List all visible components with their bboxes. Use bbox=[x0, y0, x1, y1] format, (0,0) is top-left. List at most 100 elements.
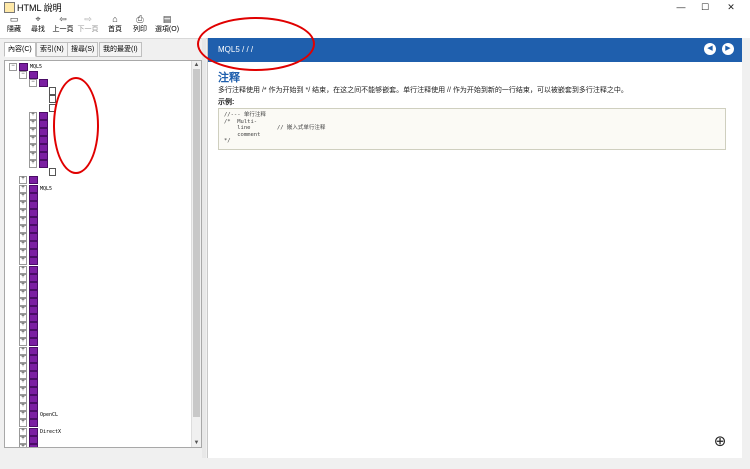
tab-search[interactable]: 搜尋(S) bbox=[67, 42, 99, 57]
expand-icon[interactable]: + bbox=[19, 257, 27, 266]
prev-topic-icon[interactable]: ◀ bbox=[704, 43, 716, 55]
tree-item[interactable]: − bbox=[19, 71, 40, 80]
collapse-icon[interactable]: − bbox=[19, 71, 27, 80]
tree-item[interactable] bbox=[39, 87, 58, 96]
expand-icon[interactable]: + bbox=[19, 306, 27, 314]
tree-item[interactable]: + bbox=[29, 144, 50, 152]
tree-item[interactable]: + bbox=[19, 265, 40, 274]
tree-item[interactable]: + bbox=[19, 289, 40, 298]
expand-icon[interactable]: + bbox=[19, 338, 27, 347]
tree-item[interactable] bbox=[39, 103, 58, 112]
tree-item[interactable]: − bbox=[29, 79, 50, 88]
tree-item[interactable]: + bbox=[19, 346, 40, 355]
scroll-thumb[interactable] bbox=[193, 69, 200, 417]
tree-item[interactable]: + bbox=[29, 111, 50, 120]
tree-item[interactable]: + bbox=[19, 216, 40, 225]
expand-icon[interactable]: + bbox=[19, 314, 27, 323]
breadcrumb[interactable]: MQL5 / / / bbox=[218, 45, 253, 54]
content-scrollbar[interactable] bbox=[742, 38, 750, 458]
expand-icon[interactable]: + bbox=[19, 281, 27, 290]
back-button[interactable]: ⇦ 上一頁 bbox=[51, 15, 75, 34]
expand-icon[interactable]: + bbox=[29, 111, 37, 120]
maximize-button[interactable]: ☐ bbox=[694, 0, 716, 14]
expand-icon[interactable]: + bbox=[19, 378, 27, 387]
expand-icon[interactable]: + bbox=[29, 144, 37, 152]
tree-item[interactable]: + bbox=[19, 419, 40, 428]
tree-item[interactable]: + bbox=[19, 314, 40, 323]
expand-icon[interactable]: + bbox=[19, 225, 27, 233]
collapse-icon[interactable]: − bbox=[9, 63, 17, 71]
tree-item[interactable]: + bbox=[19, 395, 40, 404]
tree-item[interactable]: + bbox=[19, 249, 40, 258]
tree-item[interactable] bbox=[39, 168, 58, 177]
expand-icon[interactable]: + bbox=[19, 362, 27, 371]
pane-splitter[interactable] bbox=[202, 38, 206, 458]
tree-item[interactable]: + bbox=[19, 225, 40, 233]
expand-icon[interactable]: + bbox=[19, 208, 27, 217]
expand-icon[interactable]: + bbox=[19, 184, 27, 193]
minimize-button[interactable]: — bbox=[670, 0, 692, 14]
tree-item[interactable]: + bbox=[19, 257, 40, 266]
expand-icon[interactable]: + bbox=[19, 233, 27, 242]
tree-item[interactable]: + bbox=[29, 119, 50, 128]
tab-index[interactable]: 索引(N) bbox=[36, 42, 68, 57]
tab-contents[interactable]: 內容(C) bbox=[4, 42, 36, 57]
tree-item[interactable]: + bbox=[29, 127, 50, 136]
scroll-up-icon[interactable]: ▲ bbox=[192, 61, 201, 69]
tree-item[interactable]: + bbox=[29, 152, 50, 161]
tab-favorites[interactable]: 我的最愛(I) bbox=[99, 42, 142, 57]
expand-icon[interactable]: + bbox=[19, 443, 27, 447]
tree-item[interactable]: + bbox=[19, 370, 40, 379]
expand-icon[interactable]: + bbox=[29, 127, 37, 136]
expand-icon[interactable]: + bbox=[19, 249, 27, 258]
expand-icon[interactable]: + bbox=[19, 346, 27, 355]
contents-tree[interactable]: − MQL5− − + + + + + + + + + MQL5 + + + + + + + + + + + + + + + + + + + +… bbox=[4, 60, 202, 448]
tree-item[interactable]: + bbox=[29, 135, 50, 144]
tree-item[interactable]: + bbox=[19, 241, 40, 250]
tree-item[interactable]: + bbox=[19, 378, 40, 387]
tree-item[interactable] bbox=[39, 95, 58, 104]
locate-button[interactable]: ⌖ 尋找 bbox=[26, 15, 50, 34]
hide-button[interactable]: ▭ 隱藏 bbox=[2, 15, 26, 34]
forward-button[interactable]: ⇨ 下一頁 bbox=[76, 15, 100, 34]
expand-icon[interactable]: + bbox=[19, 354, 27, 363]
tree-item[interactable]: + OpenCL bbox=[19, 411, 58, 420]
expand-icon[interactable]: + bbox=[19, 265, 27, 274]
expand-icon[interactable]: + bbox=[19, 330, 27, 339]
tree-item[interactable]: + bbox=[19, 233, 40, 242]
expand-icon[interactable]: + bbox=[29, 160, 37, 169]
tree-item[interactable]: − MQL5 bbox=[9, 63, 42, 71]
tree-item[interactable]: + bbox=[19, 200, 40, 209]
expand-icon[interactable]: + bbox=[19, 289, 27, 298]
tree-item[interactable]: + bbox=[19, 306, 40, 314]
expand-icon[interactable]: + bbox=[19, 176, 27, 185]
tree-item[interactable]: + bbox=[19, 273, 40, 282]
tree-scrollbar[interactable]: ▲ ▼ bbox=[191, 61, 201, 447]
tree-item[interactable]: + bbox=[19, 387, 40, 395]
tree-item[interactable]: + bbox=[19, 330, 40, 339]
expand-icon[interactable]: + bbox=[19, 273, 27, 282]
expand-icon[interactable]: + bbox=[19, 435, 27, 444]
expand-icon[interactable]: + bbox=[19, 419, 27, 428]
expand-icon[interactable]: + bbox=[19, 322, 27, 331]
expand-icon[interactable]: + bbox=[19, 216, 27, 225]
tree-item[interactable]: + bbox=[19, 281, 40, 290]
expand-icon[interactable]: + bbox=[19, 200, 27, 209]
expand-icon[interactable]: + bbox=[29, 152, 37, 161]
expand-icon[interactable]: + bbox=[29, 119, 37, 128]
expand-icon[interactable]: + bbox=[19, 297, 27, 306]
expand-icon[interactable]: + bbox=[19, 370, 27, 379]
tree-item[interactable]: + bbox=[19, 176, 40, 185]
expand-icon[interactable]: + bbox=[19, 241, 27, 250]
tree-item[interactable]: + bbox=[19, 192, 40, 201]
tree-item[interactable]: + bbox=[19, 338, 40, 347]
tree-item[interactable]: + bbox=[19, 322, 40, 331]
close-button[interactable]: ✕ bbox=[720, 0, 742, 14]
expand-icon[interactable]: + bbox=[19, 427, 27, 436]
tree-item[interactable]: + bbox=[19, 354, 40, 363]
tree-item[interactable]: + bbox=[19, 443, 40, 447]
next-topic-icon[interactable]: ▶ bbox=[722, 43, 734, 55]
collapse-icon[interactable]: − bbox=[29, 79, 37, 88]
scroll-down-icon[interactable]: ▼ bbox=[192, 439, 201, 447]
tree-item[interactable]: + MQL5 bbox=[19, 184, 52, 193]
